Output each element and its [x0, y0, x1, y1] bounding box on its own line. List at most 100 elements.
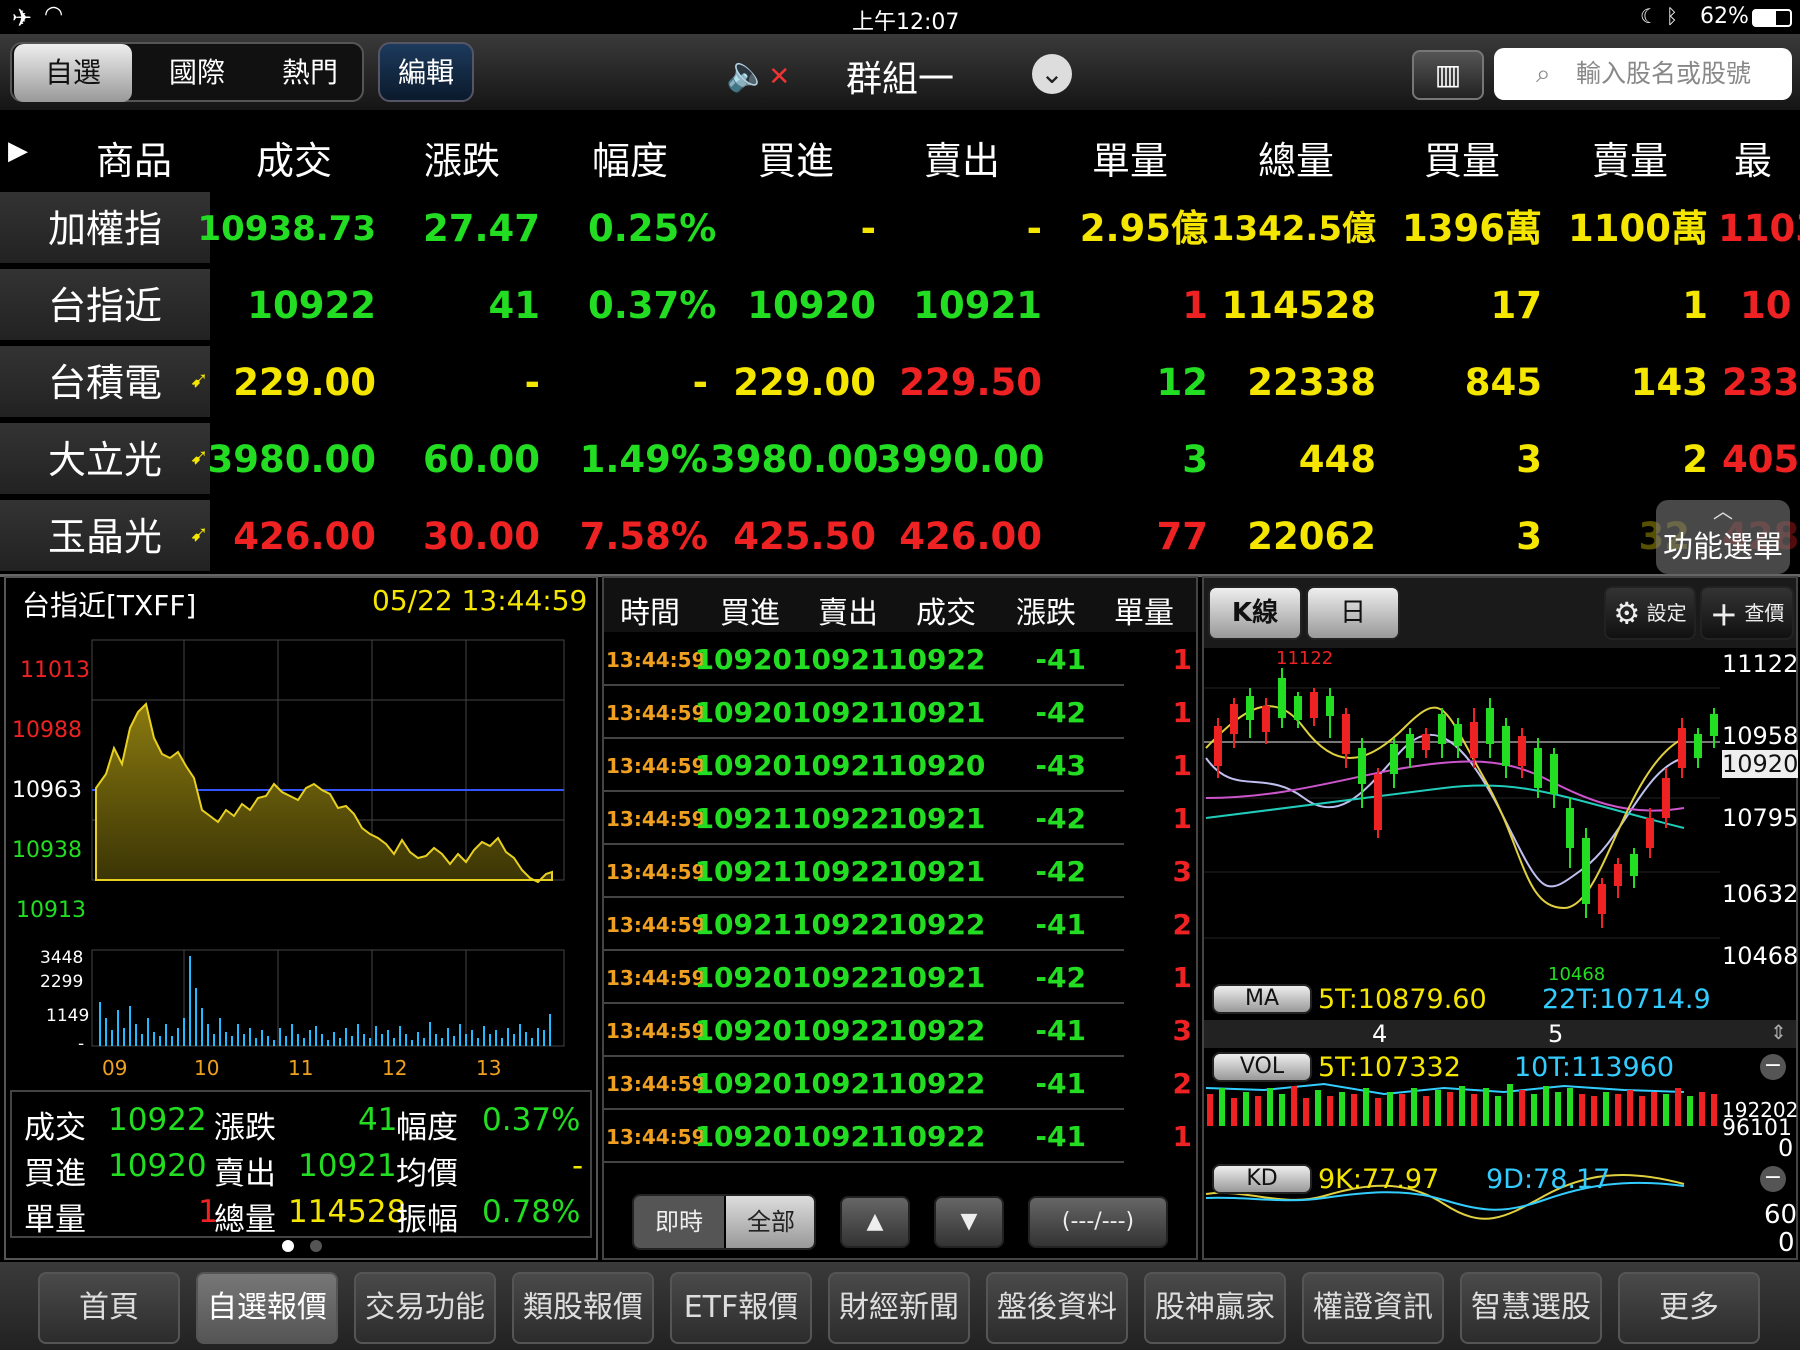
month-label: 4: [1372, 1020, 1388, 1048]
header-ask[interactable]: 賣出: [892, 130, 1032, 185]
quote-row[interactable]: 台積電 ➹ 229.00 - - 229.00 229.50 12 22338 …: [0, 346, 1800, 423]
quote-bid: 10920: [747, 284, 876, 327]
expand-arrow-icon[interactable]: ▶: [8, 136, 28, 166]
quote-table-header: ▶ 商品 成交 漲跌 幅度 買進 賣出 單量 總量 買量 賣量 最: [0, 112, 1800, 192]
tick-row: 13:44:59 10920 10921 10922 -41 1: [604, 1111, 1192, 1163]
function-menu-button[interactable]: ︿ 功能選單: [1656, 500, 1790, 574]
header-pct[interactable]: 幅度: [560, 130, 700, 185]
quote-pct: 1.49%: [579, 438, 708, 481]
collapse-kd-icon[interactable]: −: [1760, 1166, 1786, 1192]
all-button[interactable]: 全部: [726, 1196, 814, 1248]
ma-bar: MA 5T:10879.60 22T:10714.9: [1204, 982, 1796, 1018]
chevron-down-icon[interactable]: ⌄: [1032, 54, 1072, 94]
quote-row[interactable]: 台指近 10922 41 0.37% 10920 10921 1 114528 …: [0, 269, 1800, 346]
quote-change: 60.00: [422, 438, 540, 481]
tick-ask: 10922: [792, 802, 890, 835]
tick-price: 10921: [888, 696, 986, 729]
realtime-button[interactable]: 即時: [634, 1196, 724, 1248]
quote-price: 10938.73: [197, 209, 376, 249]
nav-sector[interactable]: 類股報價: [512, 1272, 654, 1344]
quote-change: 30.00: [422, 515, 540, 558]
nav-winners[interactable]: 股神贏家: [1144, 1272, 1286, 1344]
vol-button[interactable]: VOL: [1212, 1052, 1312, 1082]
tab-international[interactable]: 國際: [142, 44, 252, 102]
quote-row[interactable]: 玉晶光 ➹ 426.00 30.00 7.58% 425.50 426.00 7…: [0, 500, 1800, 577]
search-input[interactable]: ⌕ 輸入股名或股號: [1494, 48, 1792, 100]
mute-icon[interactable]: 🔈✕: [726, 54, 790, 94]
tab-popular[interactable]: 熱門: [260, 44, 360, 102]
time-tick: 09: [102, 1056, 128, 1080]
header-product[interactable]: 商品: [64, 130, 204, 185]
tick-change: -42: [1035, 696, 1086, 729]
tick-price: 10921: [888, 802, 986, 835]
tick-ask: 10922: [792, 855, 890, 888]
nav-smart-pick[interactable]: 智慧選股: [1460, 1272, 1602, 1344]
settings-button[interactable]: ⚙ 設定: [1604, 586, 1696, 640]
range-button[interactable]: (---/---): [1028, 1196, 1168, 1248]
kline-button[interactable]: K線: [1208, 586, 1302, 640]
kd-button[interactable]: KD: [1212, 1164, 1312, 1194]
period-button[interactable]: 日: [1306, 586, 1400, 640]
price-tick: 10963: [12, 778, 82, 803]
market-segment-control: 自選 國際 熱門: [10, 42, 364, 102]
tick-time: 13:44:59: [606, 913, 706, 937]
tick-row: 13:44:59 10920 10921 10921 -42 1: [604, 687, 1192, 739]
tick-time: 13:44:59: [606, 1019, 706, 1043]
quote-total: 22062: [1247, 515, 1376, 558]
nav-trade[interactable]: 交易功能: [354, 1272, 496, 1344]
search-placeholder: 輸入股名或股號: [1576, 59, 1752, 88]
scroll-down-button[interactable]: ▼: [934, 1196, 1004, 1248]
price-tick: 10938: [12, 838, 82, 863]
header-bid[interactable]: 買進: [726, 130, 866, 185]
quote-ask: -: [1026, 207, 1042, 250]
quote-bid: 229.00: [733, 361, 876, 404]
header-unit[interactable]: 單量: [1060, 130, 1200, 185]
resize-icon[interactable]: ⇕: [1770, 1020, 1787, 1044]
header-askvol[interactable]: 賣量: [1560, 130, 1700, 185]
quote-row[interactable]: 加權指 10938.73 27.47 0.25% - - 2.95億 1342.…: [0, 192, 1800, 269]
header-bidvol[interactable]: 買量: [1392, 130, 1532, 185]
nav-etf[interactable]: ETF報價: [670, 1272, 812, 1344]
quote-askvol: 143: [1630, 361, 1708, 404]
header-change[interactable]: 漲跌: [392, 130, 532, 185]
quote-row[interactable]: 大立光 ➹ 3980.00 60.00 1.49% 3980.00 3990.0…: [0, 423, 1800, 500]
quote-ask: 229.50: [899, 361, 1042, 404]
ma-button[interactable]: MA: [1212, 984, 1312, 1014]
summary-value: 0.78%: [482, 1194, 581, 1230]
nav-after-hours[interactable]: 盤後資料: [986, 1272, 1128, 1344]
quote-price: 426.00: [233, 515, 376, 558]
nav-home[interactable]: 首頁: [38, 1272, 180, 1344]
group-title[interactable]: 群組一: [846, 50, 954, 102]
edit-button[interactable]: 編輯: [378, 42, 474, 102]
collapse-vol-icon[interactable]: −: [1760, 1054, 1786, 1080]
quote-bid: 3980.00: [710, 438, 879, 481]
nav-warrants[interactable]: 權證資訊: [1302, 1272, 1444, 1344]
nav-watchlist[interactable]: 自選報價: [196, 1272, 338, 1344]
scroll-up-button[interactable]: ▲: [840, 1196, 910, 1248]
battery-percent: 62%: [1700, 4, 1749, 29]
tick-unit: 3: [1172, 1014, 1192, 1047]
nav-news[interactable]: 財經新聞: [828, 1272, 970, 1344]
query-button[interactable]: + 查價: [1700, 586, 1794, 640]
header-price[interactable]: 成交: [224, 130, 364, 185]
tick-row: 13:44:59 10920 10921 10922 -41 1: [604, 634, 1192, 686]
page-dot-active[interactable]: [282, 1240, 294, 1252]
tick-ask: 10921: [792, 643, 890, 676]
tick-price: 10922: [888, 908, 986, 941]
layout-toggle-icon[interactable]: ▥: [1412, 50, 1484, 100]
tab-favorites[interactable]: 自選: [14, 44, 132, 102]
tick-change: -41: [1035, 908, 1086, 941]
nav-more[interactable]: 更多: [1618, 1272, 1760, 1344]
tick-unit: 1: [1172, 961, 1192, 994]
price-tick: 10988: [12, 718, 82, 743]
header-high[interactable]: 最: [1734, 130, 1800, 185]
ma22-value: 22T:10714.9: [1542, 984, 1711, 1015]
quote-unit: 2.95億: [1079, 207, 1208, 250]
tick-list[interactable]: 13:44:59 10920 10921 10922 -41 1 13:44:59 10920…: [604, 634, 1196, 1186]
quote-total: 1342.5億: [1210, 209, 1376, 249]
quote-bidvol: 3: [1516, 515, 1542, 558]
header-total[interactable]: 總量: [1226, 130, 1366, 185]
quote-unit: 1: [1182, 284, 1208, 327]
tick-row: 13:44:59 10920 10922 10921 -42 1: [604, 952, 1192, 1004]
page-dot[interactable]: [310, 1240, 322, 1252]
